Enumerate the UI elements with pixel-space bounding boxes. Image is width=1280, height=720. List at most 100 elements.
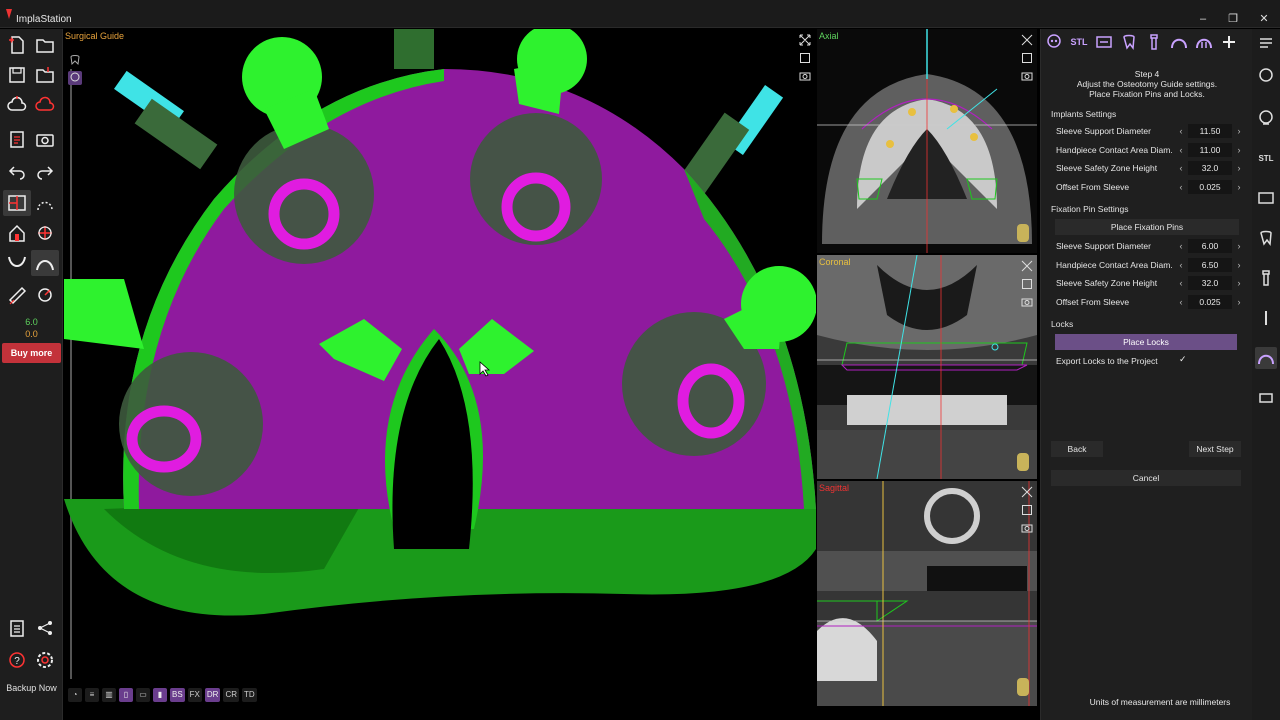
- chip-dr[interactable]: DR: [204, 688, 221, 702]
- coronal-maximize-icon[interactable]: [1020, 259, 1034, 273]
- param-value-input[interactable]: 32.0: [1188, 276, 1232, 290]
- scan-filter-icon[interactable]: ▥: [102, 688, 116, 702]
- maximize-view-icon[interactable]: [798, 33, 812, 47]
- list-menu-icon[interactable]: [1255, 32, 1277, 54]
- rotate-view-icon[interactable]: [31, 220, 59, 246]
- skull-toggle-icon[interactable]: [68, 71, 82, 85]
- close-button[interactable]: ✕: [1257, 12, 1271, 26]
- jaw-lower-icon[interactable]: [3, 250, 31, 276]
- guide-view-icon[interactable]: [1255, 347, 1277, 369]
- increase-arrow-icon[interactable]: ›: [1234, 259, 1244, 271]
- increase-arrow-icon[interactable]: ›: [1234, 277, 1244, 289]
- decrease-arrow-icon[interactable]: ‹: [1176, 259, 1186, 271]
- osteotomy-tab-icon[interactable]: [1193, 29, 1215, 55]
- sagittal-slice-view[interactable]: Sagittal: [817, 481, 1037, 706]
- skull-view-icon[interactable]: [1255, 65, 1277, 87]
- increase-arrow-icon[interactable]: ›: [1234, 240, 1244, 252]
- increase-arrow-icon[interactable]: ›: [1234, 125, 1244, 137]
- param-value-input[interactable]: 6.50: [1188, 258, 1232, 272]
- decrease-arrow-icon[interactable]: ‹: [1176, 240, 1186, 252]
- param-value-input[interactable]: 6.00: [1188, 239, 1232, 253]
- param-value-input[interactable]: 0.025: [1188, 180, 1232, 194]
- arch-curve-icon[interactable]: [31, 190, 59, 216]
- minimize-button[interactable]: –: [1196, 12, 1210, 26]
- nerve-view-icon[interactable]: [1255, 307, 1277, 329]
- axial-window-icon[interactable]: [1020, 51, 1034, 65]
- undo-icon[interactable]: [3, 158, 31, 184]
- backup-now-button[interactable]: Backup Now: [0, 683, 63, 693]
- pin-filter-icon[interactable]: ▮: [153, 688, 167, 702]
- axial-camera-icon[interactable]: [1020, 69, 1034, 83]
- param-value-input[interactable]: 11.00: [1188, 143, 1232, 157]
- help-icon[interactable]: ?: [3, 647, 31, 673]
- chip-td[interactable]: TD: [242, 688, 257, 702]
- maximize-button[interactable]: ❐: [1226, 12, 1240, 26]
- new-file-icon[interactable]: [3, 32, 31, 58]
- skull-settings-icon[interactable]: [1255, 107, 1277, 129]
- back-button[interactable]: Back: [1051, 441, 1103, 457]
- decrease-arrow-icon[interactable]: ‹: [1176, 162, 1186, 174]
- increase-arrow-icon[interactable]: ›: [1234, 181, 1244, 193]
- guide-tab-icon[interactable]: [1168, 29, 1190, 55]
- angle-measure-icon[interactable]: [31, 282, 59, 308]
- stl-tab[interactable]: STL: [1068, 29, 1090, 55]
- cloud-upload-icon[interactable]: [3, 92, 31, 118]
- place-locks-button[interactable]: Place Locks: [1055, 334, 1237, 350]
- scan-tab-icon[interactable]: [1093, 29, 1115, 55]
- export-locks-checkbox[interactable]: ✓: [1179, 354, 1189, 366]
- save-icon[interactable]: [3, 62, 31, 88]
- window-view-icon[interactable]: [798, 51, 812, 65]
- tooth-tab-icon[interactable]: [1118, 29, 1140, 55]
- decrease-arrow-icon[interactable]: ‹: [1176, 296, 1186, 308]
- coronal-slice-view[interactable]: Coronal: [817, 255, 1037, 479]
- stl-filter-icon[interactable]: ≡: [85, 688, 99, 702]
- chip-fx[interactable]: FX: [187, 688, 202, 702]
- param-value-input[interactable]: 32.0: [1188, 161, 1232, 175]
- clipboard-icon[interactable]: [3, 615, 31, 641]
- snapshot-camera-icon[interactable]: [798, 69, 812, 83]
- tooth-view-icon[interactable]: [1255, 227, 1277, 249]
- decrease-arrow-icon[interactable]: ‹: [1176, 144, 1186, 156]
- next-step-button[interactable]: Next Step: [1189, 441, 1241, 457]
- decrease-arrow-icon[interactable]: ‹: [1176, 181, 1186, 193]
- param-value-input[interactable]: 0.025: [1188, 295, 1232, 309]
- report-icon[interactable]: [3, 126, 31, 152]
- scan-view-icon[interactable]: [1255, 187, 1277, 209]
- save-as-icon[interactable]: [31, 62, 59, 88]
- coronal-camera-icon[interactable]: [1020, 295, 1034, 309]
- add-tab-icon[interactable]: [1218, 29, 1240, 55]
- decrease-arrow-icon[interactable]: ‹: [1176, 125, 1186, 137]
- settings-gear-icon[interactable]: [31, 647, 59, 673]
- tooth-filter-icon[interactable]: ◔: [68, 688, 82, 702]
- camera-icon[interactable]: [31, 126, 59, 152]
- home-view-icon[interactable]: [3, 220, 31, 246]
- decrease-arrow-icon[interactable]: ‹: [1176, 277, 1186, 289]
- sagittal-camera-icon[interactable]: [1020, 521, 1034, 535]
- axial-slice-view[interactable]: Axial: [817, 29, 1037, 253]
- increase-arrow-icon[interactable]: ›: [1234, 296, 1244, 308]
- sagittal-maximize-icon[interactable]: [1020, 485, 1034, 499]
- open-folder-icon[interactable]: [31, 32, 59, 58]
- buy-more-button[interactable]: Buy more: [2, 343, 61, 363]
- sleeve-filter-icon[interactable]: ▭: [136, 688, 150, 702]
- increase-arrow-icon[interactable]: ›: [1234, 144, 1244, 156]
- ruler-icon[interactable]: [3, 282, 31, 308]
- surgical-guide-3d-viewport[interactable]: Surgical Guide: [64, 29, 816, 706]
- cancel-button[interactable]: Cancel: [1051, 470, 1241, 486]
- implant-filter-icon[interactable]: ▯: [119, 688, 133, 702]
- chip-bs[interactable]: BS: [170, 688, 185, 702]
- param-value-input[interactable]: 11.50: [1188, 124, 1232, 138]
- sagittal-window-icon[interactable]: [1020, 503, 1034, 517]
- increase-arrow-icon[interactable]: ›: [1234, 162, 1244, 174]
- jaw-upper-icon[interactable]: [31, 250, 59, 276]
- implant-view-icon[interactable]: [1255, 267, 1277, 289]
- model-view-icon[interactable]: [1255, 387, 1277, 409]
- implant-tab-icon[interactable]: [1143, 29, 1165, 55]
- stl-view-button[interactable]: STL: [1255, 147, 1277, 169]
- share-icon[interactable]: [31, 615, 59, 641]
- tooth-toggle-icon[interactable]: [68, 53, 82, 67]
- place-fixation-pins-button[interactable]: Place Fixation Pins: [1055, 219, 1239, 235]
- axial-maximize-icon[interactable]: [1020, 33, 1034, 47]
- skull-tab-icon[interactable]: [1043, 29, 1065, 55]
- redo-icon[interactable]: [31, 158, 59, 184]
